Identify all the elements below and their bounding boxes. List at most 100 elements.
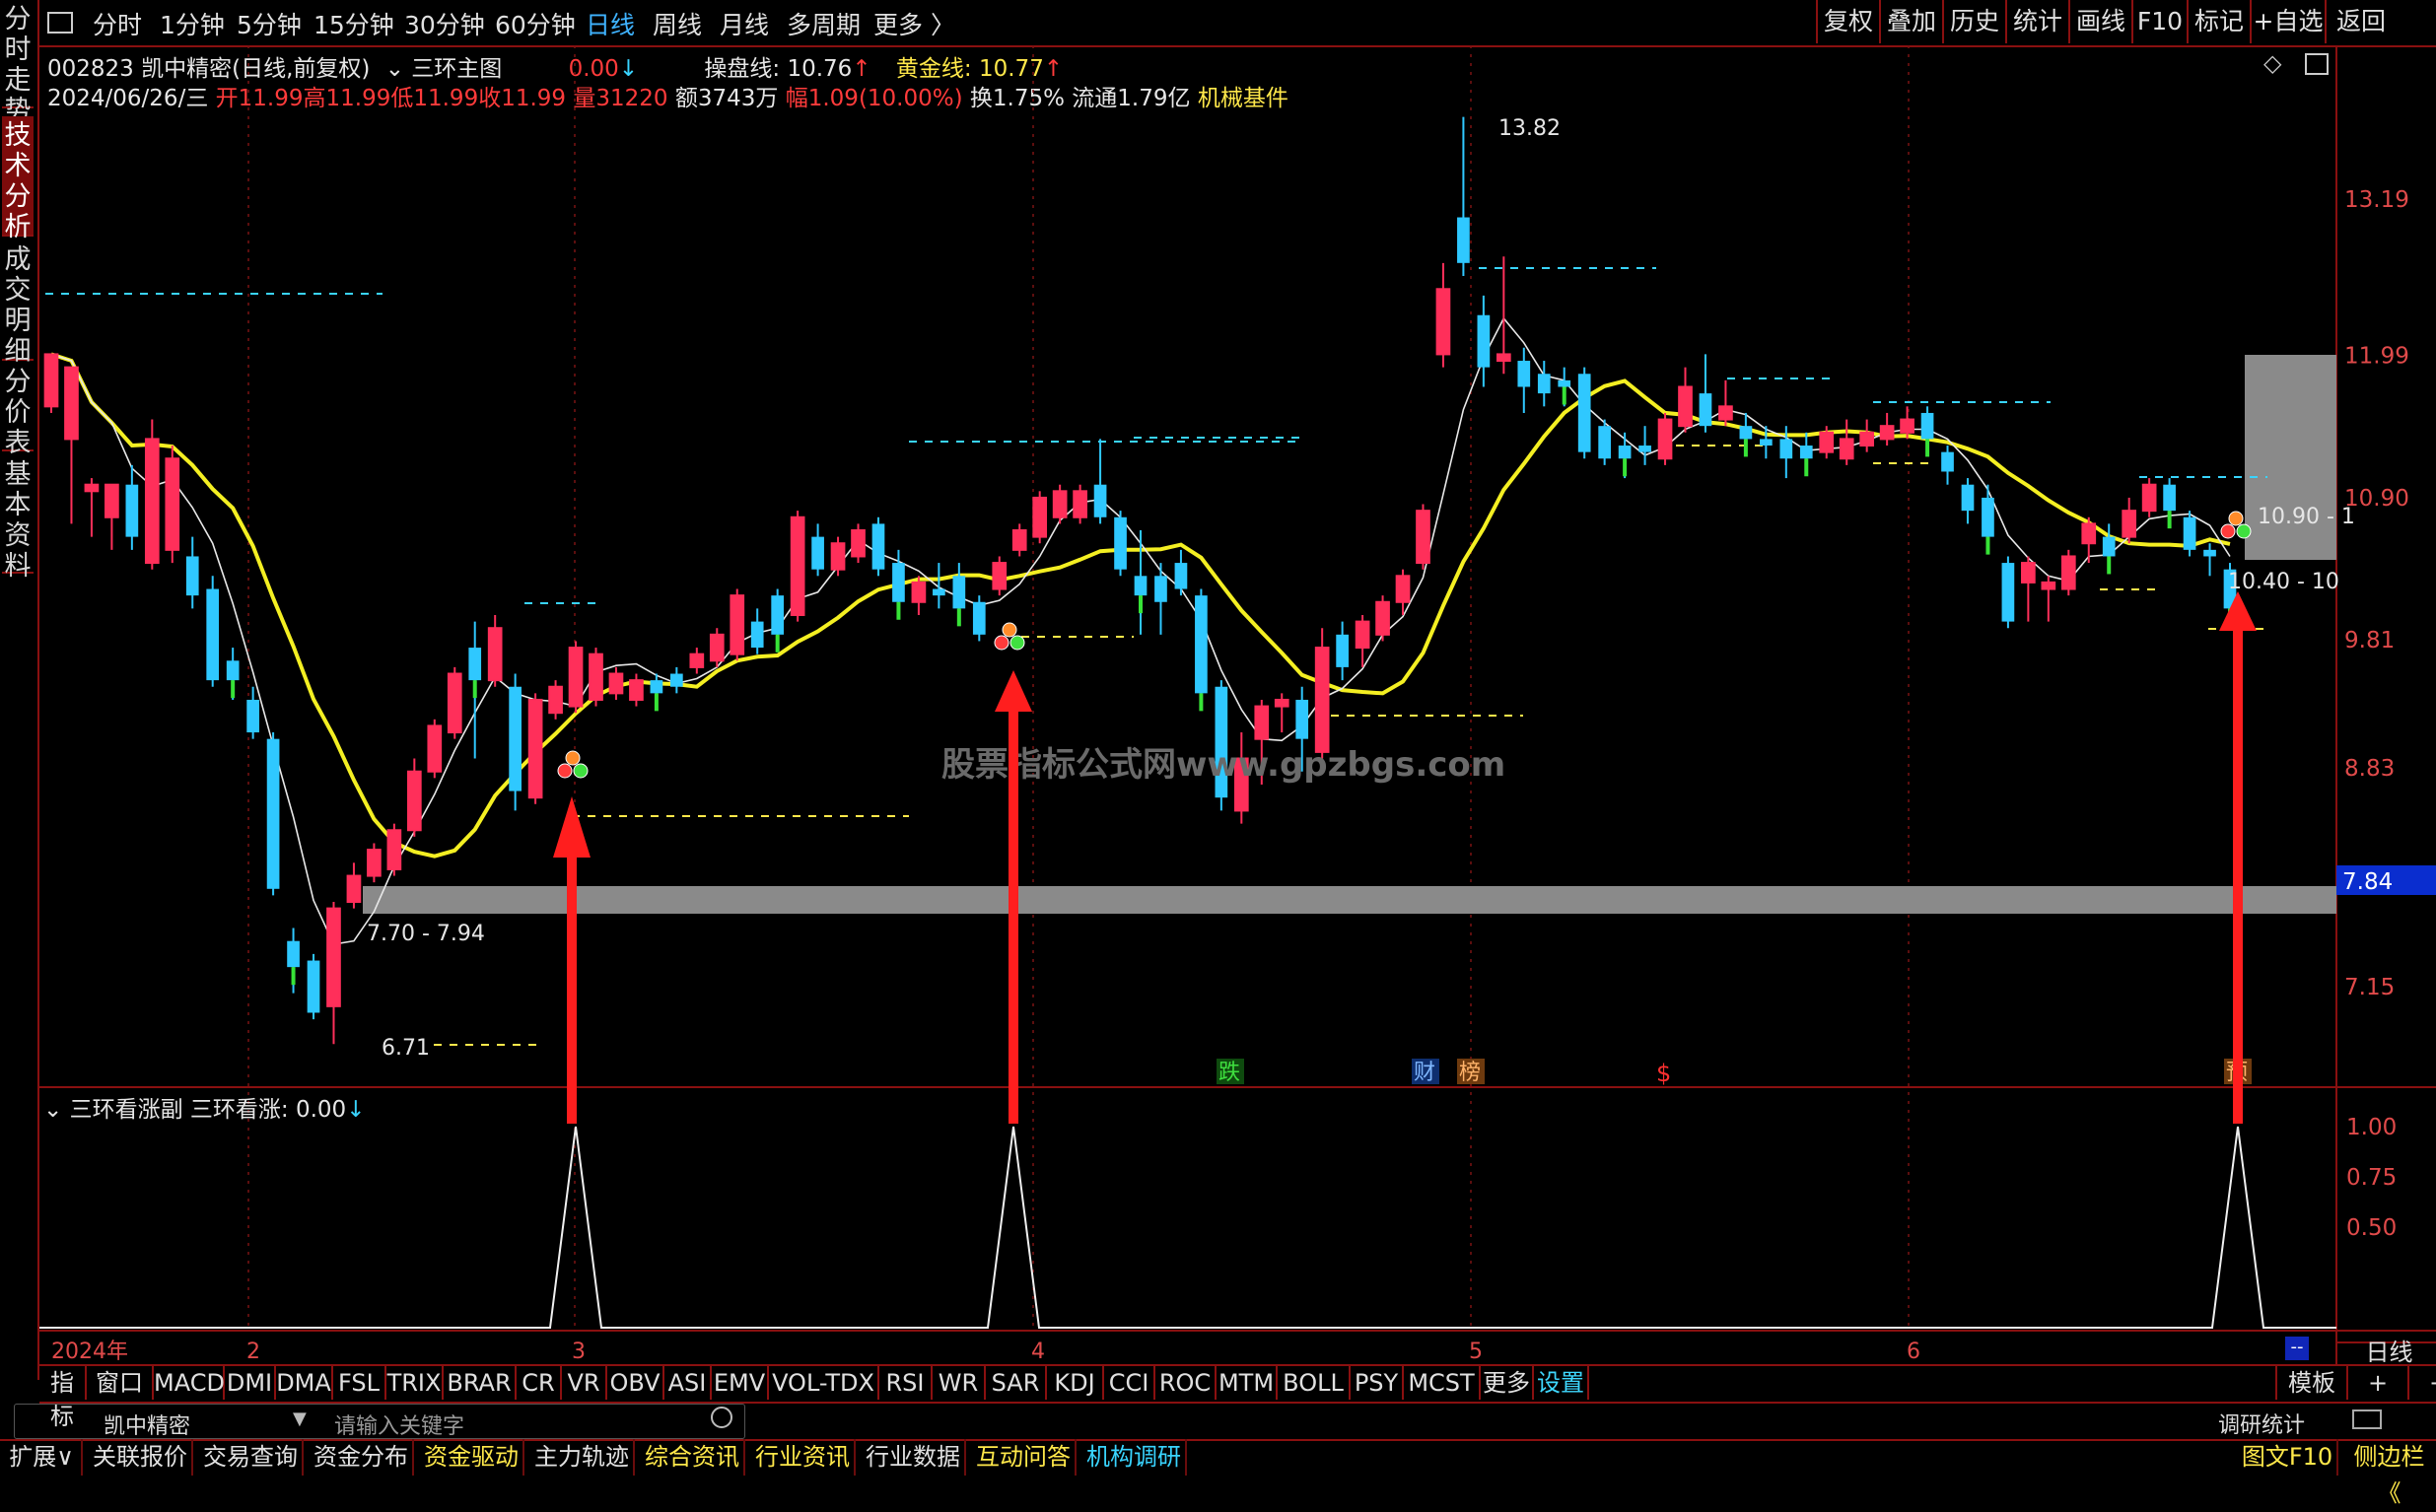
candle-body[interactable] xyxy=(64,366,79,441)
candle-body[interactable] xyxy=(650,680,663,694)
candle-body[interactable] xyxy=(346,874,362,904)
candle-body[interactable] xyxy=(84,483,100,493)
candle-body[interactable] xyxy=(1195,595,1208,694)
indicator-tab-4[interactable]: DMA xyxy=(276,1366,333,1400)
candle-body[interactable] xyxy=(1174,563,1188,589)
footer-tab-2[interactable]: 交易查询 xyxy=(199,1439,304,1476)
candle-body[interactable] xyxy=(911,581,927,603)
indicator-tab-7[interactable]: BRAR xyxy=(444,1366,517,1400)
indicator-tab-14[interactable]: RSI xyxy=(879,1366,933,1400)
candle-body[interactable] xyxy=(1760,439,1773,447)
candle-body[interactable] xyxy=(1618,446,1632,459)
indicator-tab-25[interactable]: 设置 xyxy=(1534,1366,1589,1400)
search-box[interactable]: 凯中精密 ▼ 请输入关键字 xyxy=(14,1404,745,1439)
candle-body[interactable] xyxy=(892,563,905,602)
footer-right-1[interactable]: 侧边栏《 xyxy=(2342,1439,2436,1507)
candle-body[interactable] xyxy=(367,849,382,877)
candle-body[interactable] xyxy=(851,529,866,558)
candle-body[interactable] xyxy=(427,724,443,773)
candle-body[interactable] xyxy=(165,457,180,551)
candle-body[interactable] xyxy=(1032,496,1048,538)
candle-body[interactable] xyxy=(1134,576,1148,596)
candle-body[interactable] xyxy=(386,829,402,870)
dropdown-icon[interactable]: ⌄ xyxy=(43,1097,62,1123)
candle-body[interactable] xyxy=(509,686,522,791)
candle-body[interactable] xyxy=(2041,581,2056,590)
candle-body[interactable] xyxy=(1699,393,1712,427)
candle-body[interactable] xyxy=(2021,562,2036,584)
candle-body[interactable] xyxy=(487,627,503,682)
candle-body[interactable] xyxy=(1900,418,1914,434)
indicator-right-2[interactable]: − xyxy=(2407,1366,2436,1400)
marker-cai[interactable]: 财 xyxy=(1414,1061,1435,1085)
candle-body[interactable] xyxy=(1598,426,1611,459)
candle-body[interactable] xyxy=(226,660,240,681)
candle-body[interactable] xyxy=(1052,490,1068,518)
candle-body[interactable] xyxy=(1336,634,1349,667)
candle-body[interactable] xyxy=(307,960,320,1013)
footer-tab-1[interactable]: 关联报价 xyxy=(89,1439,193,1476)
candle-body[interactable] xyxy=(790,515,805,616)
candle-body[interactable] xyxy=(1295,699,1309,739)
candle-body[interactable] xyxy=(287,940,300,968)
candle-body[interactable] xyxy=(1779,439,1793,459)
footer-tab-4[interactable]: 资金驱动 xyxy=(420,1439,524,1476)
candle-body[interactable] xyxy=(326,907,341,1007)
candle-body[interactable] xyxy=(670,673,683,687)
footer-tab-10[interactable]: 机构调研 xyxy=(1082,1439,1187,1476)
candle-body[interactable] xyxy=(1477,314,1491,368)
candle-body[interactable] xyxy=(185,556,199,596)
footer-tab-5[interactable]: 主力轨迹 xyxy=(530,1439,635,1476)
candle-body[interactable] xyxy=(1577,374,1591,452)
candle-body[interactable] xyxy=(2001,563,2015,622)
candle-body[interactable] xyxy=(972,601,986,635)
layout-icon[interactable] xyxy=(2352,1409,2382,1429)
search-icon[interactable] xyxy=(711,1407,732,1428)
candle-body[interactable] xyxy=(1839,438,1854,460)
candle-body[interactable] xyxy=(1274,698,1289,708)
candle-body[interactable] xyxy=(1558,379,1571,387)
candle-body[interactable] xyxy=(1496,353,1511,363)
marker-dollar[interactable]: $ xyxy=(1656,1060,1671,1087)
candle-body[interactable] xyxy=(1254,705,1270,740)
footer-tab-7[interactable]: 行业资讯 xyxy=(751,1439,856,1476)
candle-body[interactable] xyxy=(2163,484,2176,512)
indicator-tab-20[interactable]: MTM xyxy=(1217,1366,1278,1400)
footer-tab-8[interactable]: 行业数据 xyxy=(862,1439,966,1476)
indicator-tab-19[interactable]: ROC xyxy=(1155,1366,1217,1400)
candle-body[interactable] xyxy=(629,679,644,701)
candle-body[interactable] xyxy=(1920,412,1934,440)
candle-body[interactable] xyxy=(2141,483,2157,513)
indicator-tab-0[interactable]: 指标 xyxy=(39,1366,87,1430)
candle-body[interactable] xyxy=(406,770,422,832)
footer-tab-0[interactable]: 扩展∨ xyxy=(2,1439,83,1476)
candle-body[interactable] xyxy=(1375,600,1390,636)
candle-body[interactable] xyxy=(1416,510,1430,565)
candle-body[interactable] xyxy=(1799,446,1813,459)
indicator-tab-13[interactable]: VOL-TDX xyxy=(769,1366,879,1400)
candle-body[interactable] xyxy=(1638,446,1651,452)
indicator-tab-17[interactable]: KDJ xyxy=(1047,1366,1104,1400)
indicator-tab-24[interactable]: 更多 xyxy=(1481,1366,1534,1400)
candle-body[interactable] xyxy=(750,621,764,649)
candle-body[interactable] xyxy=(608,672,624,695)
candle-body[interactable] xyxy=(104,483,119,518)
indicator-tab-11[interactable]: ASI xyxy=(664,1366,712,1400)
candle-body[interactable] xyxy=(830,542,846,571)
candle-body[interactable] xyxy=(1314,647,1330,753)
candle-body[interactable] xyxy=(689,653,705,668)
candle-body[interactable] xyxy=(933,588,945,596)
candle-body[interactable] xyxy=(1718,405,1733,421)
candle-body[interactable] xyxy=(266,738,280,889)
candle-body[interactable] xyxy=(992,562,1008,590)
candle-body[interactable] xyxy=(811,536,824,570)
indicator-tab-9[interactable]: VR xyxy=(562,1366,607,1400)
candle-body[interactable] xyxy=(709,633,725,662)
indicator-tab-23[interactable]: MCST xyxy=(1404,1366,1481,1400)
collapse-button[interactable]: -- xyxy=(2285,1337,2309,1360)
candle-body[interactable] xyxy=(2183,516,2196,550)
indicator-tab-18[interactable]: CCI xyxy=(1104,1366,1155,1400)
indicator-tab-6[interactable]: TRIX xyxy=(386,1366,444,1400)
candle-body[interactable] xyxy=(1011,529,1027,551)
candle-body[interactable] xyxy=(447,672,462,734)
